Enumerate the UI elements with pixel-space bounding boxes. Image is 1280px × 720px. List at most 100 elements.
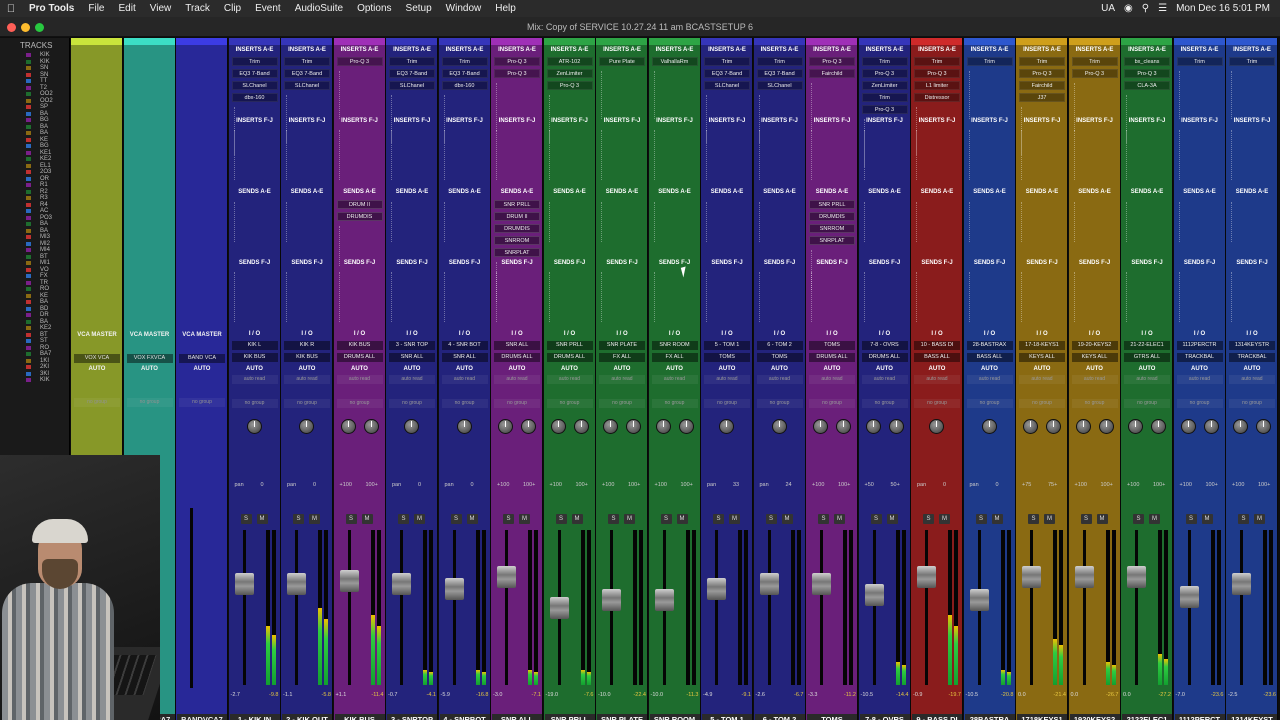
empty-insert-slots[interactable] [286,130,288,180]
mute-button[interactable]: M [571,514,583,524]
pan-knob-right[interactable] [363,419,379,434]
pan-knob-right[interactable] [1203,419,1219,434]
automation-mode-selector[interactable]: auto read [231,375,278,384]
pan-knob-right[interactable] [1256,419,1271,434]
track-name[interactable]: 1920KEYS2 [1069,714,1120,720]
input-selector[interactable]: SNR ALL [494,341,540,350]
automation-mode-selector[interactable]: auto read [966,375,1013,384]
empty-insert-slots[interactable] [1021,130,1023,180]
empty-send-slots[interactable] [1178,272,1181,322]
send-slot[interactable]: SNRPLAT [494,248,540,257]
empty-send-slots[interactable] [863,202,866,242]
insert-slot[interactable]: Trim [756,57,803,66]
group-selector[interactable]: no group [756,399,803,408]
group-selector[interactable]: no group [231,399,278,408]
empty-send-slots[interactable] [601,202,603,242]
insert-slot[interactable]: SLChanel [231,81,278,90]
empty-insert-slots[interactable] [338,71,341,119]
input-selector[interactable]: SNR PRLL [546,341,593,350]
volume-value[interactable]: -10.0 [598,692,611,698]
empty-insert-slots[interactable] [1231,130,1233,180]
solo-button[interactable]: S [765,514,777,524]
mute-button[interactable]: M [624,514,635,524]
apple-icon[interactable]:  [0,3,22,15]
output-selector[interactable]: BASS ALL [914,353,960,362]
pan-knob-right[interactable] [888,419,904,434]
insert-slot[interactable]: CLA-3A [1124,81,1170,90]
input-selector[interactable]: 28-BASTRAX [966,341,1013,350]
insert-slot[interactable]: Trim [861,93,908,102]
track-name[interactable]: 4 - SNRBOT [439,714,490,720]
insert-slot[interactable]: Pro-Q 3 [914,69,960,78]
empty-send-slots[interactable] [653,272,656,322]
input-selector[interactable]: 7-8 - OVRS [861,341,908,350]
solo-button[interactable]: S [713,514,724,524]
insert-slot[interactable]: Pro-Q 3 [1124,69,1170,78]
empty-send-slots[interactable] [286,272,288,322]
track-name[interactable]: 5 - TOM 1 [702,714,752,720]
output-selector[interactable]: KIK BUS [284,353,330,362]
mute-button[interactable]: M [466,514,478,524]
pan-knob[interactable] [929,419,944,434]
empty-insert-slots[interactable] [338,130,341,180]
solo-button[interactable]: S [1133,514,1144,524]
pan-knob-left[interactable] [550,419,566,434]
volume-value[interactable]: -10.5 [966,692,979,698]
output-selector[interactable]: SNR ALL [441,353,488,362]
menu-track[interactable]: Track [178,3,217,14]
output-selector[interactable]: TOMS [756,353,803,362]
group-selector[interactable]: no group [389,399,435,408]
empty-send-slots[interactable] [1126,202,1128,242]
mute-button[interactable]: M [729,514,740,524]
volume-fader[interactable] [1179,585,1199,608]
automation-mode-selector[interactable]: auto read [651,375,698,384]
volume-value[interactable]: +1.1 [336,692,347,698]
volume-fader[interactable] [917,565,936,588]
group-selector[interactable]: no group [861,399,908,408]
menu-file[interactable]: File [81,3,111,14]
volume-fader[interactable] [1022,565,1041,588]
automation-mode-selector[interactable]: auto read [809,375,855,384]
mute-button[interactable]: M [781,514,793,524]
pan-knob-left[interactable] [1075,419,1091,434]
pan-knob-left[interactable] [340,419,356,434]
output-selector[interactable]: SNR ALL [389,353,435,362]
track-name[interactable]: TOMS [807,714,857,720]
empty-send-slots[interactable] [706,202,708,242]
empty-send-slots[interactable] [233,202,236,242]
track-name[interactable]: 2 - KIK OUT [282,714,332,720]
send-slot[interactable]: DRUM II [336,200,383,209]
empty-insert-slots[interactable] [653,130,656,180]
send-slot[interactable]: SNR PRLL [809,200,855,209]
track-name[interactable]: 9 - BASS DI [912,714,962,720]
input-selector[interactable]: SNR ROOM [651,341,698,350]
empty-insert-slots[interactable] [916,130,918,180]
insert-slot[interactable]: Pro-Q 3 [336,57,383,66]
empty-send-slots[interactable] [443,272,446,322]
solo-button[interactable]: S [345,514,357,524]
track-name[interactable]: SNR PRLL [544,714,595,720]
solo-button[interactable]: S [503,514,514,524]
output-selector[interactable]: TOMS [704,353,750,362]
volume-fader[interactable] [287,573,306,596]
minimize-window-button[interactable] [21,23,30,32]
automation-mode-selector[interactable]: auto read [704,375,750,384]
automation-mode-selector[interactable]: auto read [914,375,960,384]
pan-knob-left[interactable] [1023,419,1038,434]
volume-fader[interactable] [549,596,569,619]
vca-output-selector[interactable]: VOX FXVCA [126,354,173,363]
empty-insert-slots[interactable] [758,130,761,180]
empty-send-slots[interactable] [496,272,498,322]
group-selector[interactable]: no group [336,399,383,408]
output-selector[interactable]: KEYS ALL [1019,353,1065,362]
mute-button[interactable]: M [1096,514,1108,524]
close-window-button[interactable] [7,23,16,32]
insert-slot[interactable]: Pro-Q 3 [494,57,540,66]
group-selector[interactable]: no group [494,399,540,408]
empty-insert-slots[interactable] [1126,130,1128,180]
input-selector[interactable]: 6 - TOM 2 [756,341,803,350]
output-selector[interactable]: DRUMS ALL [861,353,908,362]
group-selector[interactable]: no group [1176,399,1223,408]
mute-button[interactable]: M [361,514,373,524]
automation-mode-selector[interactable]: auto read [861,375,908,384]
